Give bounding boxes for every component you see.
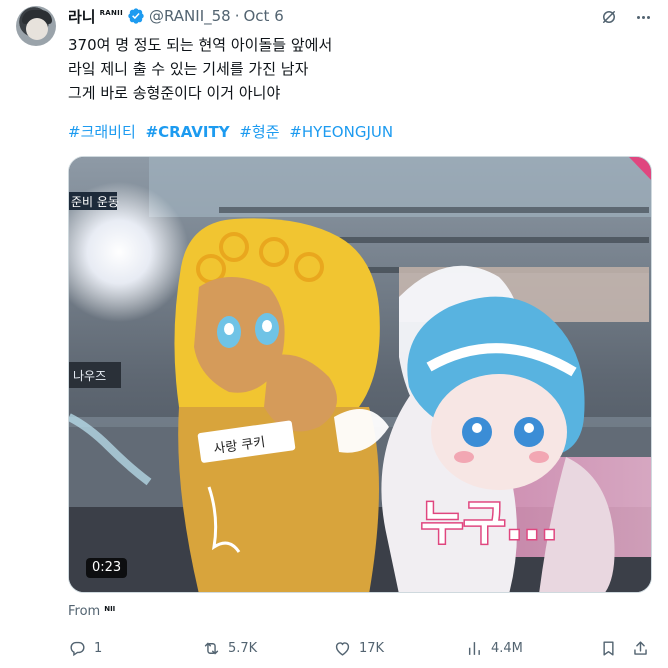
crowd-sign: 나우즈 xyxy=(73,369,106,383)
avatar[interactable] xyxy=(16,6,56,46)
share-icon xyxy=(634,640,647,655)
tweet-text: 370여 명 정도 되는 현역 아이돌들 앞에서 라잌 제니 출 수 있는 기세… xyxy=(68,33,648,105)
bookmark-icon xyxy=(603,640,614,656)
tweet-line: 그게 바로 송형준이다 이거 아니야 xyxy=(68,84,281,102)
verified-icon xyxy=(128,8,144,24)
video-caption: 누구... xyxy=(421,496,558,550)
repost-icon xyxy=(204,642,219,654)
hashtag-link[interactable]: #크래비티 xyxy=(68,123,136,141)
repost-button[interactable]: 5.7K xyxy=(202,637,257,659)
video-duration: 0:23 xyxy=(86,558,128,578)
tweet-line: 370여 명 정도 되는 현역 아이돌들 앞에서 xyxy=(68,36,333,54)
views-button[interactable]: 4.4M xyxy=(465,637,523,659)
like-count: 17K xyxy=(359,640,385,656)
views-icon xyxy=(468,641,480,655)
overlay-tag: 준비 운동 xyxy=(71,195,119,209)
views-count: 4.4M xyxy=(491,640,523,656)
hashtag-link[interactable]: #형준 xyxy=(239,123,279,141)
post-date[interactable]: Oct 6 xyxy=(244,7,284,25)
tweet-header: 라니 RANII @RANII_58 · Oct 6 xyxy=(68,6,284,26)
source-app[interactable]: NII xyxy=(104,605,115,613)
share-button[interactable] xyxy=(631,637,650,659)
grok-icon[interactable] xyxy=(600,8,618,26)
like-button[interactable]: 17K xyxy=(333,637,384,659)
name-badge: RANII xyxy=(99,9,123,17)
hashtag-link[interactable]: #CRAVITY xyxy=(146,123,230,141)
hashtags: #크래비티 #CRAVITY #형준 #HYEONGJUN xyxy=(68,121,398,143)
video-player[interactable]: 준비 운동 나우즈 사랑 쿠키 누구... 0:23 xyxy=(68,156,652,593)
reply-button[interactable]: 1 xyxy=(68,637,102,659)
hashtag-link[interactable]: #HYEONGJUN xyxy=(289,123,393,141)
handle[interactable]: @RANII_58 xyxy=(149,7,231,25)
action-bar: 1 5.7K 17K 4.4M xyxy=(68,637,652,659)
more-icon[interactable] xyxy=(632,6,654,28)
tweet-line: 라잌 제니 출 수 있는 기세를 가진 남자 xyxy=(68,60,309,78)
separator: · xyxy=(234,7,240,25)
like-icon xyxy=(335,641,350,656)
reply-icon xyxy=(70,641,85,656)
repost-count: 5.7K xyxy=(228,640,258,656)
source-label: From xyxy=(68,603,101,619)
bookmark-button[interactable] xyxy=(599,637,618,659)
display-name[interactable]: 라니 xyxy=(68,6,96,27)
reply-count: 1 xyxy=(94,640,103,656)
video-frame: 준비 운동 나우즈 사랑 쿠키 누구... xyxy=(69,157,651,592)
source-row: From NII xyxy=(68,603,115,619)
avatar-face xyxy=(26,18,48,40)
